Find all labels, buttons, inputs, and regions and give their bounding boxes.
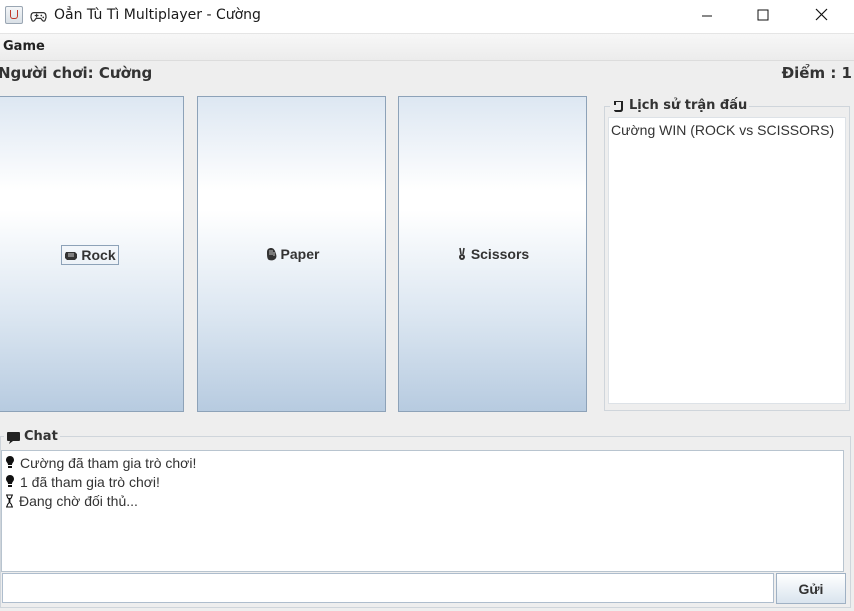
lightbulb-icon bbox=[6, 456, 14, 468]
scissors-icon bbox=[458, 247, 465, 260]
java-app-icon bbox=[5, 6, 23, 24]
history-title: Lịch sử trận đấu bbox=[610, 98, 750, 113]
maximize-icon bbox=[757, 9, 769, 21]
history-title-text: Lịch sử trận đấu bbox=[629, 98, 748, 113]
scroll-icon bbox=[614, 100, 623, 112]
chat-panel: Chat Cường đã tham gia trò chơi! 1 đã th… bbox=[0, 428, 852, 608]
score-display: Điểm : 1 bbox=[781, 64, 852, 82]
chat-log[interactable]: Cường đã tham gia trò chơi! 1 đã tham gi… bbox=[1, 450, 844, 572]
match-history-panel: Lịch sử trận đấu Cường WIN (ROCK vs SCIS… bbox=[604, 96, 850, 412]
rock-icon bbox=[65, 252, 78, 260]
paper-button[interactable]: Paper bbox=[197, 96, 386, 412]
lightbulb-icon bbox=[6, 475, 14, 487]
minimize-button[interactable] bbox=[684, 0, 730, 33]
gamepad-icon bbox=[30, 12, 47, 22]
history-entry[interactable]: Cường WIN (ROCK vs SCISSORS) bbox=[609, 118, 845, 138]
paper-hand-icon bbox=[266, 248, 276, 261]
chat-title: Chat bbox=[4, 429, 60, 444]
scissors-button[interactable]: Scissors bbox=[398, 96, 587, 412]
scissors-label: Scissors bbox=[470, 246, 530, 262]
chat-message: Cường đã tham gia trò chơi! bbox=[2, 453, 843, 472]
chat-message-text: Đang chờ đối thủ... bbox=[19, 492, 138, 509]
chat-title-text: Chat bbox=[24, 429, 58, 444]
chat-message: 1 đã tham gia trò chơi! bbox=[2, 472, 843, 491]
scissors-button-content: Scissors bbox=[454, 245, 531, 263]
close-button[interactable] bbox=[798, 0, 844, 33]
chat-message-text: Cường đã tham gia trò chơi! bbox=[20, 454, 197, 471]
window-title: Oẳn Tù Tì Multiplayer - Cường bbox=[54, 7, 261, 23]
rock-button[interactable]: Rock bbox=[0, 96, 184, 412]
maximize-button[interactable] bbox=[740, 0, 786, 33]
menu-game[interactable]: Game bbox=[3, 39, 45, 54]
minimize-icon bbox=[702, 15, 712, 17]
rock-button-content: Rock bbox=[61, 245, 119, 265]
speech-bubble-icon bbox=[7, 431, 20, 444]
history-list[interactable]: Cường WIN (ROCK vs SCISSORS) bbox=[608, 117, 846, 404]
paper-button-content: Paper bbox=[262, 245, 322, 263]
menu-bar: Game bbox=[0, 34, 854, 61]
hourglass-icon bbox=[6, 493, 13, 508]
player-name: Người chơi: Cường bbox=[0, 64, 153, 82]
paper-label: Paper bbox=[280, 246, 320, 262]
chat-message-text: 1 đã tham gia trò chơi! bbox=[20, 473, 160, 490]
title-bar: Oẳn Tù Tì Multiplayer - Cường bbox=[0, 0, 854, 34]
chat-input[interactable] bbox=[2, 573, 774, 603]
chat-message: Đang chờ đối thủ... bbox=[2, 491, 843, 510]
close-icon bbox=[815, 8, 828, 21]
rock-label: Rock bbox=[81, 247, 116, 263]
send-button[interactable]: Gửi bbox=[776, 573, 846, 604]
